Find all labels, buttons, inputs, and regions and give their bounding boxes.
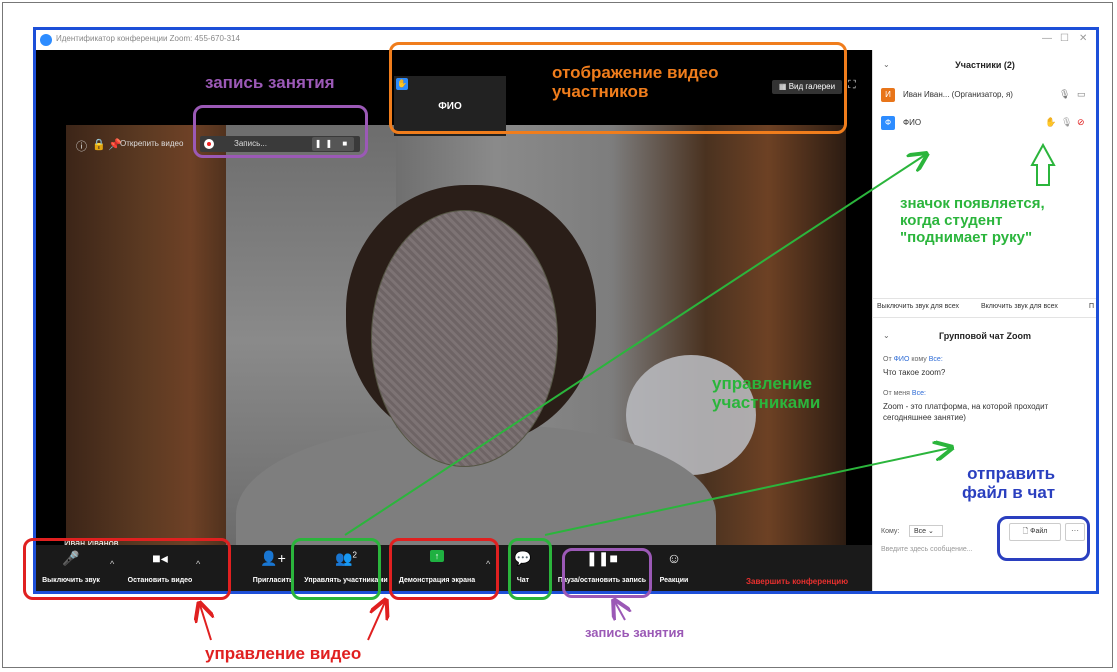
arrow-video-control-right (367, 602, 385, 641)
annotation-arrows (0, 142, 1056, 641)
arrow-participants (344, 155, 925, 536)
arrow-record-bottom (615, 602, 625, 620)
arrow-video-control-left (200, 605, 211, 641)
arrow-chat (544, 448, 950, 536)
arrow-raise-hand (1030, 142, 1056, 186)
